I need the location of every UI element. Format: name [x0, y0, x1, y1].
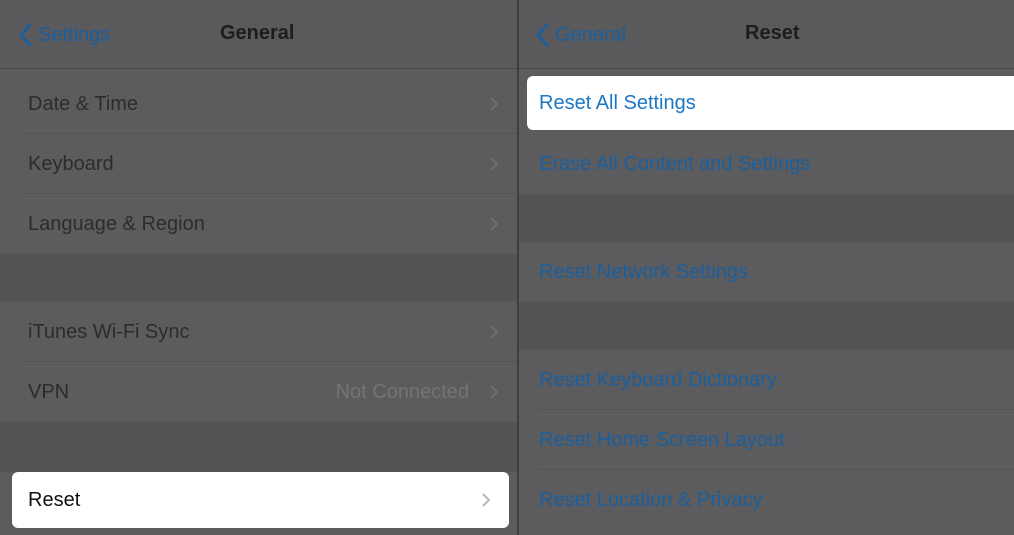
row-label: Keyboard: [28, 153, 114, 175]
chevron-right-icon: [482, 493, 491, 507]
section-gap: [519, 302, 1014, 350]
row-reset[interactable]: Reset: [12, 472, 509, 528]
item-label: Reset Keyboard Dictionary: [539, 369, 777, 391]
section-gap: [0, 254, 517, 302]
reset-home-screen-layout-button[interactable]: Reset Home Screen Layout: [519, 410, 1014, 470]
chevron-right-icon: [490, 97, 499, 111]
general-navbar: Settings General: [0, 0, 517, 69]
chevron-left-icon: [536, 23, 549, 47]
row-label: Language & Region: [28, 213, 205, 235]
chevron-right-icon: [490, 217, 499, 231]
reset-navbar: General Reset: [519, 0, 1014, 69]
erase-all-content-button[interactable]: Erase All Content and Settings: [519, 134, 1014, 194]
page-title: General: [220, 22, 295, 44]
row-language-region[interactable]: Language & Region: [0, 194, 517, 254]
back-to-general-button[interactable]: General: [535, 22, 626, 48]
reset-keyboard-dictionary-button[interactable]: Reset Keyboard Dictionary: [519, 350, 1014, 410]
chevron-right-icon: [490, 325, 499, 339]
item-label: Reset Home Screen Layout: [539, 429, 785, 451]
reset-network-settings-button[interactable]: Reset Network Settings: [519, 242, 1014, 302]
row-vpn[interactable]: VPN Not Connected: [0, 362, 517, 422]
item-label: Erase All Content and Settings: [539, 153, 811, 175]
item-label: Reset All Settings: [539, 92, 696, 114]
back-label: Settings: [38, 23, 111, 46]
general-panel: Settings General Date & Time Keyboard La…: [0, 0, 517, 535]
reset-location-privacy-button[interactable]: Reset Location & Privacy: [519, 470, 1014, 530]
chevron-right-icon: [490, 157, 499, 171]
row-label: Reset: [28, 489, 81, 511]
chevron-right-icon: [490, 385, 499, 399]
back-to-settings-button[interactable]: Settings: [18, 22, 110, 48]
row-itunes-wifi-sync[interactable]: iTunes Wi-Fi Sync: [0, 302, 517, 362]
item-label: Reset Location & Privacy: [539, 489, 763, 511]
chevron-left-icon: [19, 23, 32, 47]
reset-panel: General Reset Reset All Settings Erase A…: [519, 0, 1014, 535]
section-gap: [0, 422, 517, 472]
row-label: VPN: [28, 381, 70, 403]
section-gap: [519, 194, 1014, 242]
row-label: Date & Time: [28, 93, 139, 115]
row-keyboard[interactable]: Keyboard: [0, 134, 517, 194]
row-date-time[interactable]: Date & Time: [0, 74, 517, 134]
back-label: General: [555, 23, 627, 46]
vpn-status: Not Connected: [335, 381, 469, 403]
reset-all-settings-button[interactable]: Reset All Settings: [527, 76, 1014, 130]
item-label: Reset Network Settings: [539, 261, 748, 283]
page-title: Reset: [745, 22, 800, 44]
row-label: iTunes Wi-Fi Sync: [28, 321, 190, 343]
